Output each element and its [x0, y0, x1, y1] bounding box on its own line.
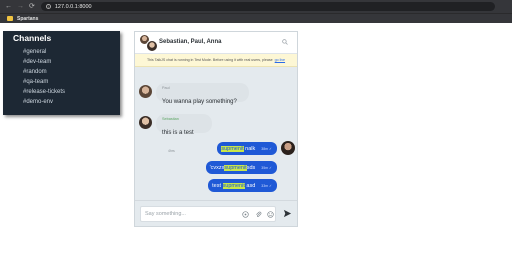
- bookmark-spartans[interactable]: Spartans: [17, 16, 38, 22]
- forward-arrow-icon[interactable]: →: [17, 0, 24, 13]
- message-time: 38m ✓: [261, 146, 272, 151]
- address-url[interactable]: 127.0.0.1:8000: [55, 4, 92, 10]
- message-text: this is a test: [162, 130, 194, 136]
- location-pin-icon[interactable]: [242, 211, 249, 218]
- emoji-icon[interactable]: [267, 211, 274, 218]
- message-sender: Sebastian: [162, 117, 179, 121]
- send-icon[interactable]: [283, 209, 292, 218]
- paul-avatar: [139, 85, 152, 98]
- message-text: 'cvxzxsupmenitsds: [209, 164, 256, 171]
- chat-title: Sebastian, Paul, Anna: [159, 39, 222, 45]
- test-mode-notice: This TalkJS chat is running in Test Mode…: [135, 54, 297, 67]
- channels-list: #general #dev-team #random #qa-team #rel…: [23, 47, 65, 107]
- search-highlight: supmenit: [222, 182, 245, 189]
- message-outgoing: test supmenit asd 33m ✓: [208, 179, 277, 192]
- anna-avatar: [281, 141, 295, 155]
- message-time: 4hrs: [168, 149, 175, 153]
- channel-item[interactable]: #release-tickets: [23, 87, 65, 97]
- search-highlight: supmenit: [221, 145, 244, 152]
- channel-item[interactable]: #general: [23, 47, 65, 57]
- message-time: 33m ✓: [261, 183, 272, 188]
- channels-title: Channels: [13, 33, 52, 43]
- channel-item[interactable]: #random: [23, 67, 65, 77]
- message-text: supmenit nalk: [221, 145, 256, 152]
- reload-icon[interactable]: ⟳: [29, 0, 35, 13]
- address-bar[interactable]: i 127.0.0.1:8000: [40, 2, 495, 11]
- channel-item[interactable]: #qa-team: [23, 77, 65, 87]
- message-incoming: Paul You wanna play something?4hrs: [156, 83, 249, 122]
- chat-window: Sebastian, Paul, Anna This TalkJS chat i…: [134, 31, 298, 227]
- go-live-link[interactable]: go live: [275, 58, 285, 62]
- message-outgoing: supmenit nalk 38m ✓: [217, 142, 277, 155]
- message-incoming: Sebastian this is a test 4hrs: [156, 114, 212, 153]
- message-time: 35m ✓: [261, 165, 272, 170]
- message-input-box[interactable]: [140, 206, 276, 222]
- bookmarks-bar: Spartans: [0, 13, 512, 23]
- folder-icon: [7, 16, 13, 21]
- info-icon[interactable]: i: [45, 4, 51, 9]
- message-text: You wanna play something?: [162, 99, 237, 105]
- notice-text: This TalkJS chat is running in Test Mode…: [146, 58, 273, 62]
- chat-header: Sebastian, Paul, Anna: [135, 32, 297, 54]
- search-highlight: supmenit: [224, 164, 247, 171]
- attachment-icon[interactable]: [255, 211, 262, 218]
- sebastian-avatar: [139, 116, 152, 129]
- message-input[interactable]: [145, 209, 235, 219]
- message-outgoing: 'cvxzxsupmenitsds 35m ✓: [205, 161, 277, 174]
- back-arrow-icon[interactable]: ←: [5, 0, 12, 13]
- message-text: test supmenit asd: [212, 182, 256, 189]
- search-icon[interactable]: [282, 39, 288, 45]
- group-avatar: [146, 40, 158, 52]
- message-sender: Paul: [162, 86, 170, 90]
- message-composer: [135, 200, 297, 226]
- channels-panel: Channels #general #dev-team #random #qa-…: [3, 31, 120, 115]
- channel-item[interactable]: #demo-env: [23, 97, 65, 107]
- browser-toolbar: ← → ⟳ i 127.0.0.1:8000: [0, 0, 512, 13]
- browser-nav: ← → ⟳: [5, 0, 35, 13]
- channel-item[interactable]: #dev-team: [23, 57, 65, 67]
